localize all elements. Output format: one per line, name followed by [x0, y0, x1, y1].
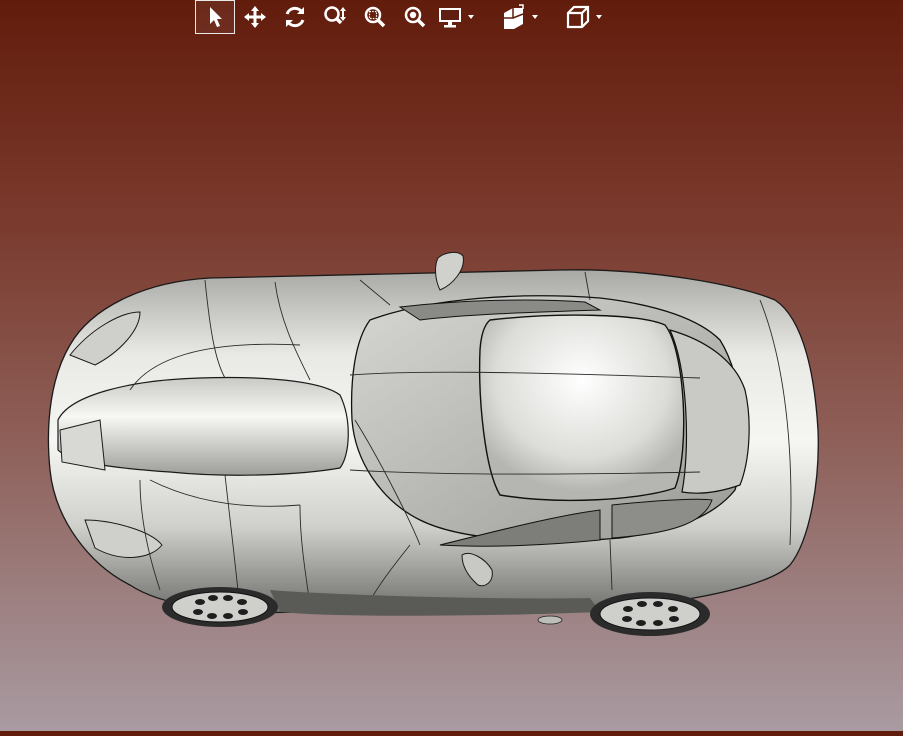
chevron-down-icon [532, 15, 538, 19]
select-tool-button[interactable] [195, 0, 235, 34]
wheel-front [162, 587, 278, 627]
rotate-tool-button[interactable] [275, 0, 315, 34]
zoom-window-icon [364, 6, 386, 28]
view-toolbar [195, 0, 627, 34]
select-arrow-icon [210, 7, 222, 27]
zoom-fit-icon [404, 6, 426, 28]
zoom-tool-button[interactable] [315, 0, 355, 34]
section-view-icon [504, 4, 524, 29]
rotate-orbit-icon [285, 6, 305, 28]
3d-viewport[interactable] [0, 34, 903, 731]
display-mode-icon [439, 8, 461, 28]
display-mode-button[interactable] [435, 0, 499, 34]
standard-view-button[interactable] [563, 0, 627, 34]
chevron-down-icon [596, 15, 602, 19]
pan-tool-button[interactable] [235, 0, 275, 34]
pan-move-icon [244, 6, 266, 28]
standard-view-cube-icon [566, 5, 590, 29]
zoom-in-out-icon [324, 6, 346, 25]
section-view-button[interactable] [499, 0, 563, 34]
car-3d-model[interactable] [0, 34, 903, 731]
zoom-window-button[interactable] [355, 0, 395, 34]
wheel-rear [590, 592, 710, 636]
chevron-down-icon [468, 15, 474, 19]
zoom-fit-button[interactable] [395, 0, 435, 34]
